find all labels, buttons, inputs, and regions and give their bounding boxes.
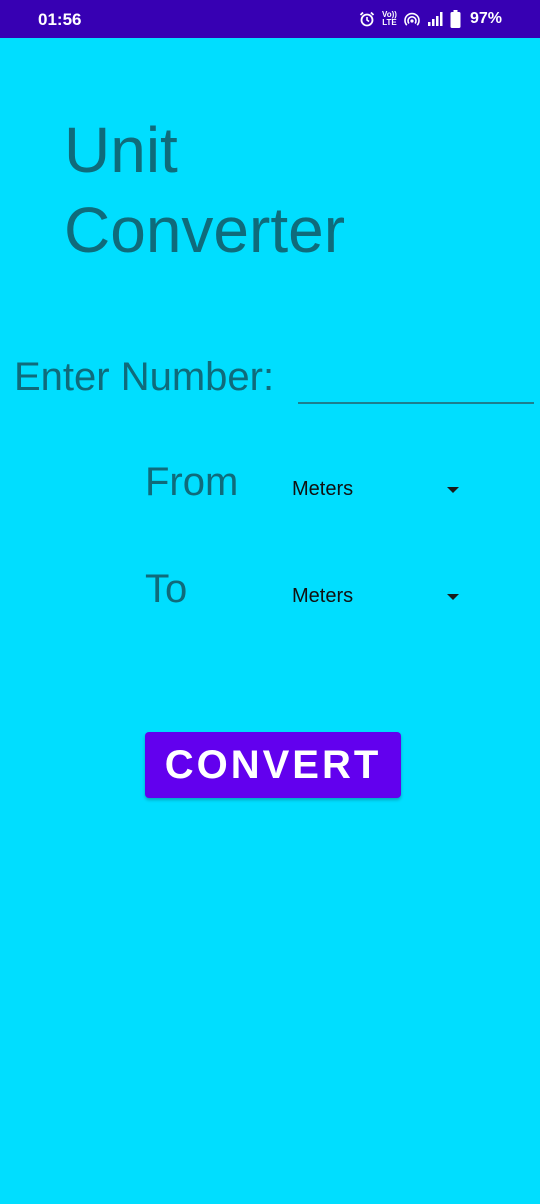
from-unit-dropdown[interactable]: Meters: [280, 468, 470, 512]
number-input[interactable]: [298, 360, 534, 404]
page-title-line-1: Unit: [64, 114, 178, 186]
battery-icon: [450, 10, 461, 28]
enter-number-label: Enter Number:: [14, 355, 275, 399]
battery-percent: 97%: [469, 10, 502, 27]
hotspot-icon: [404, 11, 420, 27]
from-unit-value: Meters: [292, 478, 354, 500]
status-bar: 01:56 Vo)) LTE 97%: [0, 0, 540, 38]
alarm-icon: [359, 11, 375, 27]
to-unit-dropdown[interactable]: Meters: [280, 575, 470, 619]
status-time: 01:56: [38, 10, 82, 29]
volte-bottom-text: LTE: [382, 18, 397, 27]
status-icons: Vo)) LTE 97%: [359, 8, 502, 30]
dropdown-arrow-icon: [447, 487, 459, 493]
from-label: From: [145, 460, 239, 504]
convert-button[interactable]: CONVERT: [145, 732, 401, 798]
page-title-line-2: Converter: [64, 194, 345, 266]
to-label: To: [145, 567, 188, 611]
volte-icon: Vo)) LTE: [382, 11, 397, 27]
dropdown-arrow-icon: [447, 594, 459, 600]
signal-icon: [427, 12, 443, 26]
to-unit-value: Meters: [292, 585, 354, 607]
